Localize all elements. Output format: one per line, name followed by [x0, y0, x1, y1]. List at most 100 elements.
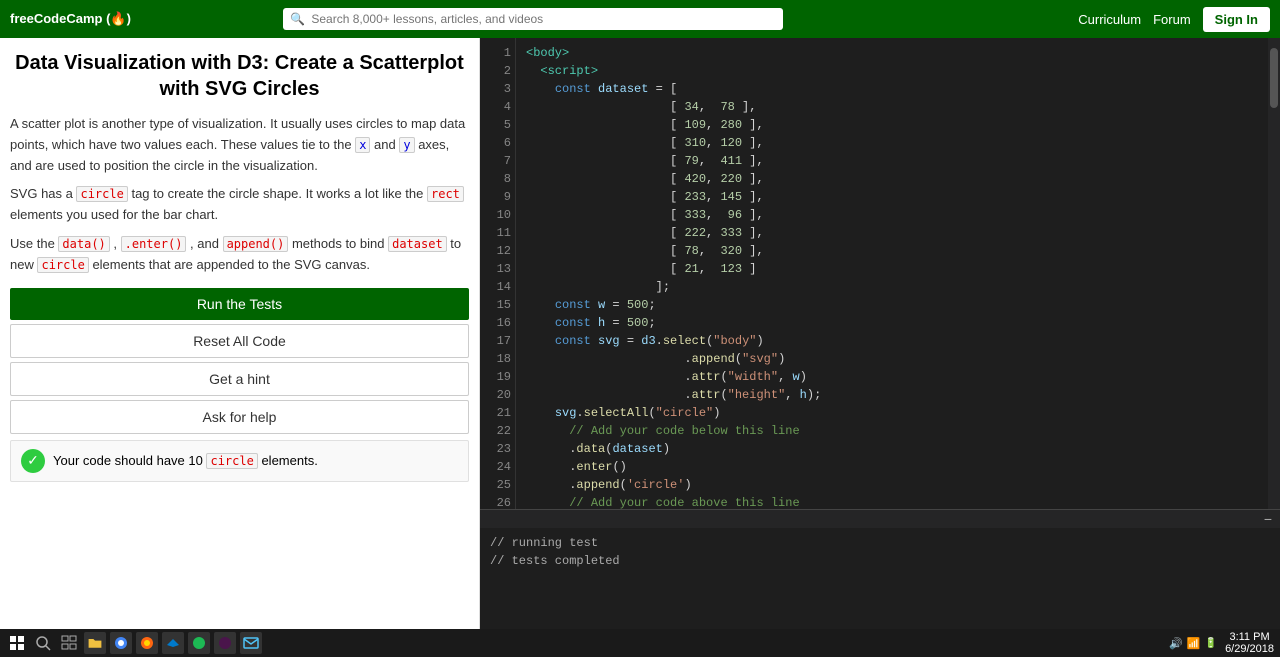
reset-code-button[interactable]: Reset All Code — [10, 324, 469, 358]
code-line: [ 109, 280 ], — [526, 116, 1258, 134]
forum-link[interactable]: Forum — [1153, 12, 1191, 27]
task-view-icon[interactable] — [58, 632, 80, 654]
code-line: [ 78, 320 ], — [526, 242, 1258, 260]
output-line-1: // running test — [490, 534, 1270, 552]
line-number: 14 — [484, 278, 511, 296]
code-line: [ 310, 120 ], — [526, 134, 1258, 152]
code-line: [ 34, 78 ], — [526, 98, 1258, 116]
time: 3:11 PM — [1225, 631, 1274, 643]
code-line: <body> — [526, 44, 1258, 62]
spotify-icon[interactable] — [188, 632, 210, 654]
battery-icon: 🔋 — [1205, 638, 1217, 649]
line-number: 24 — [484, 458, 511, 476]
output-header: − — [480, 510, 1280, 528]
topnav-right: Curriculum Forum Sign In — [1078, 7, 1270, 32]
line-number: 11 — [484, 224, 511, 242]
code-line: [ 79, 411 ], — [526, 152, 1258, 170]
code-line: [ 222, 333 ], — [526, 224, 1258, 242]
line-number: 3 — [484, 80, 511, 98]
search-input[interactable] — [283, 8, 783, 30]
line-number: 5 — [484, 116, 511, 134]
code-line: .data(dataset) — [526, 440, 1258, 458]
code-line: [ 233, 145 ], — [526, 188, 1258, 206]
code-line: const dataset = [ — [526, 80, 1258, 98]
code-line: // Add your code below this line — [526, 422, 1258, 440]
line-number: 18 — [484, 350, 511, 368]
line-number: 25 — [484, 476, 511, 494]
mail-icon[interactable] — [240, 632, 262, 654]
close-output-icon[interactable]: − — [1264, 511, 1272, 527]
line-number: 15 — [484, 296, 511, 314]
topnav: freeCodeCamp (🔥) 🔍 Curriculum Forum Sign… — [0, 0, 1280, 38]
left-panel: Data Visualization with D3: Create a Sca… — [0, 38, 480, 629]
code-line: svg.selectAll("circle") — [526, 404, 1258, 422]
scrollbar-thumb[interactable] — [1270, 48, 1278, 108]
code-line: .attr("width", w) — [526, 368, 1258, 386]
line-number: 8 — [484, 170, 511, 188]
search-taskbar-icon[interactable] — [32, 632, 54, 654]
line-number: 12 — [484, 242, 511, 260]
get-hint-button[interactable]: Get a hint — [10, 362, 469, 396]
code-line: .append('circle') — [526, 476, 1258, 494]
line-number: 16 — [484, 314, 511, 332]
line-number: 20 — [484, 386, 511, 404]
line-number: 26 — [484, 494, 511, 509]
line-numbers: 1234567891011121314151617181920212223242… — [480, 38, 516, 509]
code-line: [ 21, 123 ] — [526, 260, 1258, 278]
code-line: <script> — [526, 62, 1258, 80]
search-icon: 🔍 — [290, 12, 305, 26]
test-result-text: Your code should have 10 circle elements… — [53, 453, 318, 468]
line-number: 23 — [484, 440, 511, 458]
line-number: 4 — [484, 98, 511, 116]
editor-area: 1234567891011121314151617181920212223242… — [480, 38, 1280, 509]
paragraph-2: SVG has a circle tag to create the circl… — [10, 184, 469, 226]
line-number: 6 — [484, 134, 511, 152]
right-panel: 1234567891011121314151617181920212223242… — [480, 38, 1280, 629]
output-line-2: // tests completed — [490, 552, 1270, 570]
test-result: ✓ Your code should have 10 circle elemen… — [10, 440, 469, 482]
code-line: const svg = d3.select("body") — [526, 332, 1258, 350]
line-number: 17 — [484, 332, 511, 350]
code-content[interactable]: <body> <script> const dataset = [ [ 34, … — [516, 38, 1268, 509]
date: 6/29/2018 — [1225, 643, 1274, 655]
code-line: [ 420, 220 ], — [526, 170, 1258, 188]
logo: freeCodeCamp (🔥) — [10, 11, 131, 27]
code-line: ]; — [526, 278, 1258, 296]
firefox-icon[interactable] — [136, 632, 158, 654]
line-number: 9 — [484, 188, 511, 206]
line-number: 2 — [484, 62, 511, 80]
line-number: 19 — [484, 368, 511, 386]
slack-icon[interactable] — [214, 632, 236, 654]
line-number: 13 — [484, 260, 511, 278]
chrome-icon[interactable] — [110, 632, 132, 654]
code-line: // Add your code above this line — [526, 494, 1258, 509]
code-line: const w = 500; — [526, 296, 1258, 314]
paragraph-1: A scatter plot is another type of visual… — [10, 114, 469, 176]
line-number: 21 — [484, 404, 511, 422]
code-line: [ 333, 96 ], — [526, 206, 1258, 224]
curriculum-link[interactable]: Curriculum — [1078, 12, 1141, 27]
lesson-body: A scatter plot is another type of visual… — [10, 114, 469, 276]
line-number: 22 — [484, 422, 511, 440]
vscode-icon[interactable] — [162, 632, 184, 654]
system-tray: 🔊 📶 🔋 — [1169, 637, 1217, 650]
start-button[interactable] — [6, 632, 28, 654]
code-line: .attr("height", h); — [526, 386, 1258, 404]
main-layout: Data Visualization with D3: Create a Sca… — [0, 38, 1280, 629]
scrollbar[interactable] — [1268, 38, 1280, 509]
code-line: const h = 500; — [526, 314, 1258, 332]
output-text: // running test // tests completed — [480, 528, 1280, 576]
signin-button[interactable]: Sign In — [1203, 7, 1270, 32]
checkmark-icon: ✓ — [21, 449, 45, 473]
run-tests-button[interactable]: Run the Tests — [10, 288, 469, 320]
file-explorer-icon[interactable] — [84, 632, 106, 654]
line-number: 1 — [484, 44, 511, 62]
volume-icon: 📶 — [1187, 637, 1201, 650]
taskbar: 🔊 📶 🔋 3:11 PM 6/29/2018 — [0, 629, 1280, 657]
taskbar-right: 🔊 📶 🔋 3:11 PM 6/29/2018 — [1169, 631, 1274, 655]
line-number: 10 — [484, 206, 511, 224]
ask-help-button[interactable]: Ask for help — [10, 400, 469, 434]
lesson-title: Data Visualization with D3: Create a Sca… — [10, 50, 469, 102]
network-icon: 🔊 — [1169, 637, 1183, 650]
output-panel: − // running test // tests completed — [480, 509, 1280, 629]
